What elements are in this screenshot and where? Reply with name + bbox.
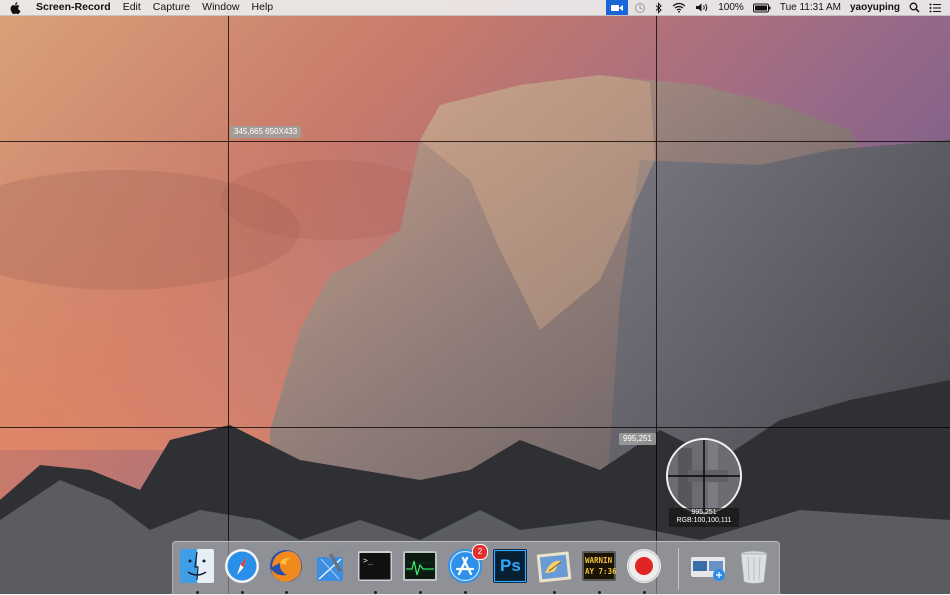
console-warning-text: WARNIN — [585, 556, 613, 565]
cursor-coordinate-label: 995,251 — [619, 433, 656, 445]
selection-size-label: 345,665 650X433 — [230, 126, 302, 138]
dock: >_ 2 Ps WARNIN AY 7:36 — [172, 541, 780, 595]
menu-clock[interactable]: Tue 11:31 AM — [780, 0, 841, 15]
dock-item-xcode[interactable] — [311, 547, 349, 585]
safari-icon — [225, 549, 259, 583]
apple-menu-icon[interactable] — [10, 1, 24, 14]
console-time-text: AY 7:36 — [585, 567, 617, 576]
menu-edit[interactable]: Edit — [123, 0, 141, 15]
menu-bar: Screen-Record Edit Capture Window Help 1… — [0, 0, 950, 16]
selection-top-guide — [0, 141, 950, 142]
menu-capture[interactable]: Capture — [153, 0, 190, 15]
magnifier-loupe — [666, 438, 742, 514]
selection-left-guide — [228, 0, 229, 594]
selection-right-guide — [656, 0, 657, 594]
battery-icon[interactable] — [752, 3, 771, 13]
desktop-wallpaper — [0, 0, 950, 594]
dock-separator — [678, 548, 679, 590]
selection-bottom-guide — [0, 427, 950, 428]
dock-item-firefox[interactable] — [267, 547, 305, 594]
activity-monitor-icon — [403, 551, 437, 581]
dock-item-app-store[interactable]: 2 — [446, 544, 488, 594]
xcode-icon — [317, 547, 347, 581]
menu-window[interactable]: Window — [202, 0, 239, 15]
record-icon — [627, 549, 661, 583]
screen-record-status-icon[interactable] — [606, 0, 629, 15]
dock-item-trash[interactable] — [735, 547, 773, 585]
terminal-icon — [358, 551, 392, 581]
photoshop-text: Ps — [500, 556, 521, 575]
dock-item-safari[interactable] — [223, 547, 261, 594]
menu-app-name[interactable]: Screen-Record — [36, 0, 111, 15]
magnifier-rgb: RGB:100,100,111 — [676, 517, 732, 524]
trash-icon — [740, 550, 768, 584]
menu-help[interactable]: Help — [252, 0, 274, 15]
volume-icon[interactable] — [695, 2, 709, 13]
magnifier-readout: 995,251 RGB:100,100,111 — [669, 508, 739, 527]
dock-item-terminal[interactable]: >_ — [356, 547, 394, 594]
terminal-prompt: >_ — [363, 556, 373, 565]
dock-item-preview[interactable] — [689, 547, 727, 585]
app-store-update-badge: 2 — [472, 544, 488, 560]
notification-center-icon[interactable] — [929, 3, 941, 13]
dock-item-photoshop[interactable]: Ps — [491, 547, 529, 585]
battery-percent: 100% — [718, 2, 744, 13]
bluetooth-icon[interactable] — [655, 1, 663, 14]
spotlight-search-icon[interactable] — [909, 2, 920, 13]
preview-icon — [691, 557, 725, 581]
finder-icon — [180, 549, 214, 583]
dock-item-finder[interactable] — [178, 547, 216, 594]
console-icon — [582, 551, 616, 581]
magnifier-coordinates: 995,251 — [691, 509, 717, 516]
dock-item-screen-record[interactable] — [625, 547, 663, 594]
wifi-icon[interactable] — [672, 2, 686, 13]
dock-item-mail[interactable] — [535, 547, 573, 594]
dock-item-console[interactable]: WARNIN AY 7:36 — [580, 547, 618, 594]
dock-item-activity-monitor[interactable] — [401, 547, 439, 594]
time-machine-icon[interactable] — [634, 2, 646, 14]
menu-user[interactable]: yaoyuping — [850, 0, 900, 15]
firefox-icon — [270, 550, 302, 582]
mail-icon — [536, 551, 572, 583]
